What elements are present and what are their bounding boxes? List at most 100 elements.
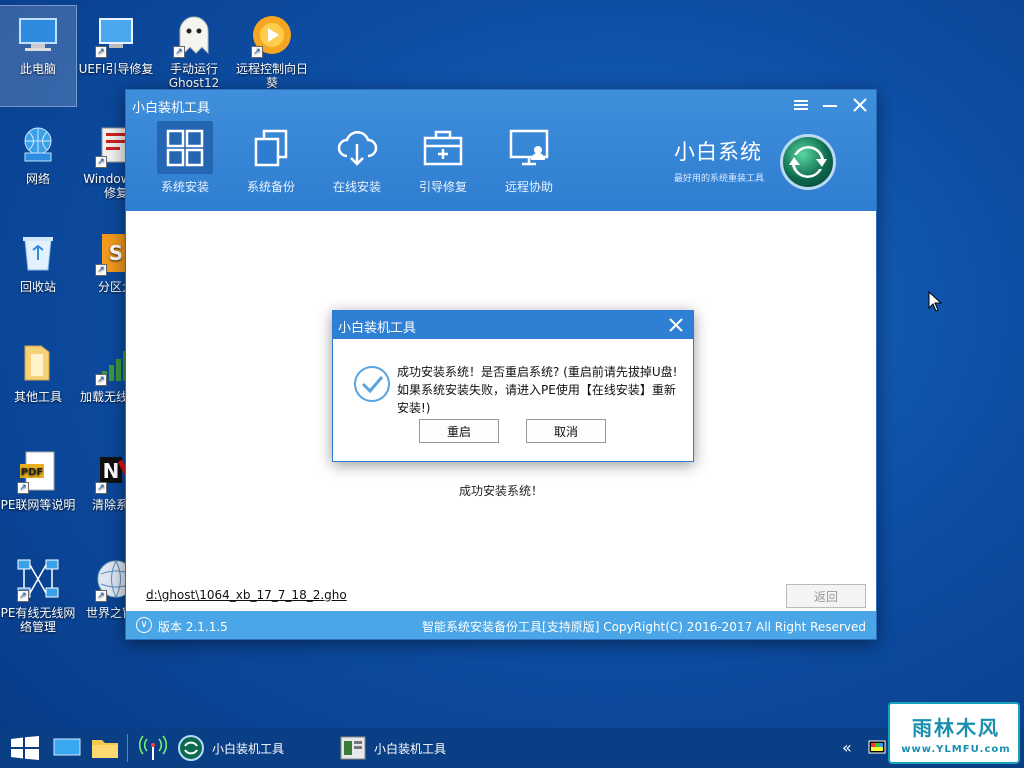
- taskbar: 小白装机工具 小白装机工具 «: [0, 728, 1024, 768]
- nav-system-backup[interactable]: 系统备份: [235, 121, 307, 195]
- shortcut-arrow-icon: ↗: [173, 46, 185, 58]
- back-button[interactable]: 返回: [786, 584, 866, 608]
- window-header: 小白装机工具 系统安装 系统备份 在线安装 引导修复 远程协助 小白系统 最好用…: [126, 90, 876, 211]
- nav-boot-repair[interactable]: 引导修复: [407, 121, 479, 195]
- desktop-icon-label: 其他工具: [13, 390, 62, 404]
- recycle-bin-icon: [15, 230, 61, 276]
- menu-icon: [794, 100, 808, 110]
- xiaobai-logo-icon: [178, 735, 204, 761]
- folder-icon: [92, 740, 118, 758]
- tray-expand-chevron-icon[interactable]: «: [842, 738, 852, 757]
- nav-label: 引导修复: [418, 180, 467, 194]
- svg-text:N: N: [103, 459, 120, 483]
- taskbar-wireless-button[interactable]: [138, 734, 168, 762]
- brand-slogan: 最好用的系统重装工具: [674, 174, 765, 184]
- desktop-icon-label: UEFI引导修复: [78, 62, 154, 76]
- desktop-icon-pe-network-manager[interactable]: ↗ PE有线无线网络管理: [0, 550, 76, 650]
- shortcut-arrow-icon: ↗: [95, 374, 107, 386]
- mouse-pointer-icon: [928, 290, 943, 317]
- desktop-icon-this-pc[interactable]: 此电脑: [0, 5, 77, 107]
- site-watermark-logo: 雨林木风 www.YLMFU.com: [888, 702, 1020, 764]
- remote-monitor-icon: [501, 121, 557, 174]
- desktop-icon-network[interactable]: 网络: [0, 116, 76, 216]
- app-window-icon: [340, 736, 366, 760]
- dialog-title: 小白装机工具: [338, 321, 417, 336]
- desktop-icon-recycle-bin[interactable]: 回收站: [0, 224, 76, 324]
- nav-label: 系统备份: [246, 180, 295, 194]
- ghost-file-path-link[interactable]: d:\ghost\1064_xb_17_7_18_2.gho: [146, 588, 347, 602]
- task-label: 小白装机工具: [212, 741, 285, 756]
- nav-label: 在线安装: [332, 180, 381, 194]
- dialog-message: 成功安装系统！是否重启系统? (重启前请先拔掉U盘! 如果系统安装失败，请进入P…: [397, 365, 678, 415]
- start-button[interactable]: [10, 736, 40, 760]
- nav-remote-assist[interactable]: 远程协助: [493, 121, 565, 195]
- nav-label: 远程协助: [504, 180, 553, 194]
- shortcut-arrow-icon: ↗: [95, 156, 107, 168]
- task-label: 小白装机工具: [374, 741, 447, 756]
- monitor-icon: [53, 738, 81, 756]
- brand-logo-icon: [780, 134, 836, 190]
- shortcut-arrow-icon: ↗: [17, 482, 29, 494]
- svg-text:PDF: PDF: [21, 467, 43, 478]
- ghost-icon: ↗: [171, 12, 217, 58]
- minimize-button[interactable]: [819, 94, 841, 116]
- taskbar-task-xiaobai-2[interactable]: 小白装机工具: [340, 732, 446, 764]
- brand-name: 小白系统: [674, 140, 762, 164]
- taskbar-task-xiaobai[interactable]: 小白装机工具: [178, 732, 284, 764]
- desktop-icon-label: 网络: [25, 172, 50, 186]
- watermark-url: www.YLMFU.com: [901, 744, 1011, 755]
- computer-icon: [15, 12, 61, 58]
- close-icon: [669, 318, 683, 332]
- nav-label: 系统安装: [160, 180, 209, 194]
- shortcut-arrow-icon: ↗: [95, 590, 107, 602]
- minimize-icon: [823, 105, 837, 107]
- desktop-icon-pe-network-notes[interactable]: PDF ↗ PE联网等说明: [0, 442, 76, 542]
- computer-icon: ↗: [93, 12, 139, 58]
- window-title: 小白装机工具: [132, 101, 211, 116]
- taskbar-separator: [127, 734, 128, 762]
- desktop-icon-label: 此电脑: [19, 62, 56, 76]
- version-text: 版本 2.1.1.5: [158, 620, 228, 634]
- shortcut-arrow-icon: ↗: [95, 264, 107, 276]
- shortcut-arrow-icon: ↗: [251, 46, 263, 58]
- desktop-icon-other-tools[interactable]: 其他工具: [0, 334, 76, 434]
- network-topology-icon: ↗: [15, 556, 61, 602]
- folder-icon: [15, 340, 61, 386]
- nav-online-install[interactable]: 在线安装: [321, 121, 393, 195]
- toolbox-icon: [415, 121, 471, 174]
- desktop-icon-label: PE有线无线网络管理: [0, 606, 76, 634]
- cloud-download-icon: [329, 121, 385, 174]
- shortcut-arrow-icon: ↗: [95, 482, 107, 494]
- shortcut-arrow-icon: ↗: [95, 46, 107, 58]
- sunflower-icon: ↗: [249, 12, 295, 58]
- brand: 小白系统 最好用的系统重装工具: [674, 136, 764, 184]
- taskbar-explorer-button[interactable]: [90, 734, 120, 762]
- cancel-button[interactable]: 取消: [526, 419, 606, 443]
- pdf-icon: PDF ↗: [15, 448, 61, 494]
- wireless-antenna-icon: [139, 735, 167, 760]
- success-check-icon: [353, 365, 391, 403]
- window-footer: ∨ 版本 2.1.1.5 智能系统安装备份工具[支持原版] CopyRight(…: [126, 611, 876, 639]
- desktop-icon-label: PE联网等说明: [0, 498, 76, 512]
- watermark-text: 雨林木风: [912, 716, 1000, 740]
- backup-copy-icon: [243, 121, 299, 174]
- network-globe-icon: [15, 122, 61, 168]
- desktop-icon-label: 回收站: [19, 280, 56, 294]
- nav-system-install[interactable]: 系统安装: [149, 121, 221, 195]
- svg-text:S: S: [109, 241, 123, 265]
- windows-logo-icon: [11, 736, 39, 760]
- version-chevron-icon: ∨: [136, 617, 152, 633]
- status-message: 成功安装系统！: [458, 484, 543, 498]
- dialog-titlebar: 小白装机工具: [333, 311, 693, 339]
- copyright-text: 智能系统安装备份工具[支持原版] CopyRight(C) 2016-2017 …: [422, 620, 866, 634]
- menu-button[interactable]: [790, 94, 812, 116]
- desktop-icon-label: 手动运行Ghost12: [168, 62, 220, 90]
- close-icon: [853, 98, 867, 112]
- windows-grid-icon: [157, 121, 213, 174]
- dialog-close-button[interactable]: [665, 314, 687, 336]
- close-button[interactable]: [849, 94, 871, 116]
- desktop-icon-label: 远程控制向日葵: [235, 62, 308, 90]
- restart-button[interactable]: 重启: [419, 419, 499, 443]
- restart-dialog: 小白装机工具 成功安装系统！是否重启系统? (重启前请先拔掉U盘! 如果系统安装…: [332, 310, 694, 462]
- taskbar-desktop-button[interactable]: [52, 734, 82, 762]
